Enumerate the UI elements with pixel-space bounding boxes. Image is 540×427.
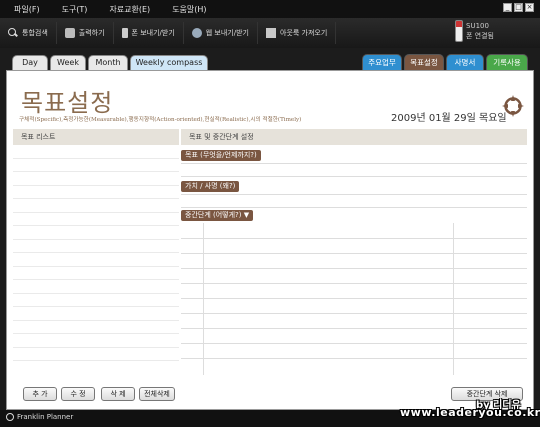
menu-file[interactable]: 파일(F) [0,4,48,15]
outlook-icon [266,28,276,38]
tab-weekly-compass[interactable]: Weekly compass [130,55,208,70]
app-logo: Franklin Planner [6,413,73,421]
steps-label-text: 중간단계 (어떻게?) [185,211,242,219]
outlook-import-label: 아웃룩 가져오기 [280,29,328,37]
current-date: 2009년 01월 29일 목요일 [391,113,507,124]
list-item[interactable] [13,240,179,253]
web-sync-label: 웹 보내기/받기 [205,29,249,37]
close-button[interactable]: × [525,3,534,12]
phone-sync-label: 폰 보내기/받기 [131,29,175,37]
list-item[interactable] [13,145,179,159]
phone-sync-button[interactable]: 폰 보내기/받기 [114,22,184,44]
printer-icon [64,28,75,38]
phone-icon [121,28,128,38]
compass-icon [502,95,524,117]
franklin-logo-icon [6,413,14,421]
goal-setting-panel: 목표설정 구체적(Specific),측정가능한(Measurable),행동지… [6,70,534,410]
grid-divider [203,223,204,375]
list-item[interactable] [13,226,179,240]
outlook-import-button[interactable]: 아웃룩 가져오기 [258,22,337,44]
list-item[interactable] [13,172,179,186]
device-text: SU100 폰 연결됨 [466,21,494,41]
step-row[interactable] [181,313,527,314]
search-label: 통합검색 [22,29,48,37]
list-item[interactable] [13,186,179,199]
goal-detail-header: 목표 및 중간단계 설정 [181,129,527,145]
list-item[interactable] [13,307,179,321]
tab-mission-statement[interactable]: 사명서 [446,54,484,70]
tab-day[interactable]: Day [12,55,48,70]
tab-month[interactable]: Month [88,55,128,70]
list-item[interactable] [13,213,179,226]
app-name: Franklin Planner [17,413,74,421]
step-row[interactable] [181,268,527,269]
goal-list[interactable] [13,145,179,375]
app-window: 파일(F) 도구(T) 자료교환(E) 도움말(H) _ □ × 통합검색 출력… [0,0,540,427]
device-status: SU100 폰 연결됨 [455,20,494,42]
list-item[interactable] [13,159,179,172]
menu-bar: 파일(F) 도구(T) 자료교환(E) 도움말(H) _ □ × [0,0,540,18]
step-row[interactable] [181,253,527,254]
device-name: SU100 [466,22,489,30]
print-label: 출력하기 [78,29,105,37]
search-button[interactable]: 통합검색 [0,22,57,44]
list-item[interactable] [13,321,179,334]
minimize-button[interactable]: _ [503,3,512,12]
list-item[interactable] [13,267,179,280]
step-row[interactable] [181,238,527,239]
list-item[interactable] [13,253,179,267]
web-icon [191,28,202,38]
list-item[interactable] [13,199,179,213]
tab-key-tasks[interactable]: 주요업무 [362,54,402,70]
menu-help[interactable]: 도움말(H) [158,4,214,15]
tab-strip: Day Week Month Weekly compass 주요업무 목표설정 … [6,52,534,70]
toolbar: 통합검색 출력하기 폰 보내기/받기 웹 보내기/받기 아웃룩 가져오기 SU1… [0,18,540,48]
list-item[interactable] [13,294,179,307]
goal-list-header: 목표 리스트 [13,129,179,145]
step-row[interactable] [181,343,527,344]
chevron-down-icon: ▼ [243,211,250,219]
tab-week[interactable]: Week [50,55,86,70]
step-row[interactable] [181,298,527,299]
add-button[interactable]: 추 가 [23,387,57,401]
grid-divider [453,223,454,375]
page-subtitle: 구체적(Specific),측정가능한(Measurable),행동지향적(Ac… [19,117,302,123]
web-sync-button[interactable]: 웹 보내기/받기 [184,22,258,44]
window-controls: _ □ × [503,3,534,12]
tab-goal-setting[interactable]: 목표설정 [404,54,444,70]
list-item[interactable] [13,280,179,294]
page-title: 목표설정 [21,89,114,117]
goal-label: 목표 (무엇을/언제까지?) [181,150,261,161]
maximize-button[interactable]: □ [514,3,523,12]
search-icon [8,28,18,38]
delete-button[interactable]: 삭 제 [101,387,135,401]
delete-all-button[interactable]: 전체삭제 [139,387,175,401]
edit-button[interactable]: 수 정 [61,387,95,401]
value-input-line-2[interactable] [181,207,527,208]
value-input-line[interactable] [181,194,527,195]
tab-record-usage[interactable]: 기록사용 [486,54,528,70]
value-label: 가치 / 사명 (왜?) [181,181,240,192]
list-item[interactable] [13,348,179,361]
menu-tools[interactable]: 도구(T) [48,4,96,15]
step-row[interactable] [181,283,527,284]
goal-input-line[interactable] [181,163,527,164]
watermark-url: www.leaderyou.co.kr [400,406,540,419]
goal-input-line-2[interactable] [181,176,527,177]
step-row[interactable] [181,328,527,329]
list-item[interactable] [13,334,179,348]
print-button[interactable]: 출력하기 [57,22,114,44]
menu-data-exchange[interactable]: 자료교환(E) [95,4,158,15]
device-phone-icon [455,20,463,42]
device-connection-status: 폰 연결됨 [466,32,494,40]
steps-grid[interactable] [181,223,527,375]
steps-label[interactable]: 중간단계 (어떻게?) ▼ [181,210,254,221]
step-row[interactable] [181,358,527,359]
